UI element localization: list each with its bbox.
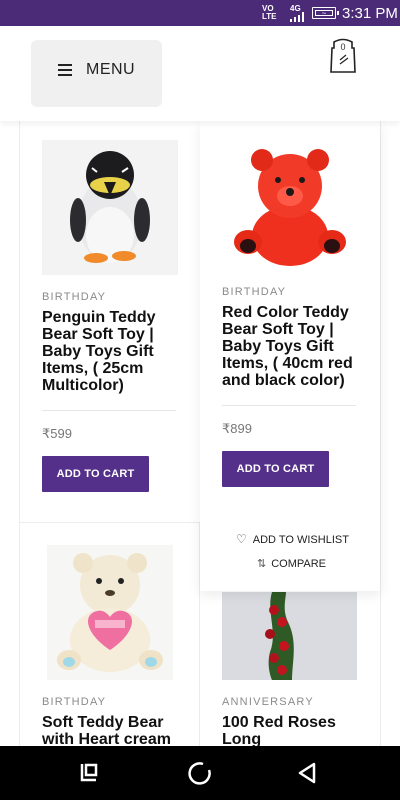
signal-icon xyxy=(290,12,304,22)
hamburger-icon[interactable] xyxy=(58,64,72,79)
compare-label: COMPARE xyxy=(271,558,327,570)
heart-icon: ♡ xyxy=(236,532,247,546)
product-category[interactable]: BIRTHDAY xyxy=(222,286,286,298)
wishlist-label: ADD TO WISHLIST xyxy=(252,534,349,546)
product-price: ₹899 xyxy=(222,421,252,436)
grid-divider xyxy=(380,121,381,746)
add-to-cart-button[interactable]: ADD TO CART xyxy=(222,451,329,487)
grid-divider xyxy=(19,121,20,746)
product-category[interactable]: BIRTHDAY xyxy=(42,696,106,708)
recent-apps-icon[interactable] xyxy=(59,746,119,800)
product-category[interactable]: BIRTHDAY xyxy=(42,291,106,303)
back-icon[interactable] xyxy=(278,746,338,800)
compare-link[interactable]: ⇅ COMPARE xyxy=(257,557,326,570)
compare-arrows-icon: ⇅ xyxy=(257,558,267,570)
add-to-cart-button[interactable]: ADD TO CART xyxy=(42,456,149,492)
divider xyxy=(222,405,356,406)
system-navigation-bar xyxy=(0,746,400,800)
product-image-red-teddy[interactable] xyxy=(232,136,348,270)
product-title[interactable]: Red Color Teddy Bear Soft Toy | Baby Toy… xyxy=(222,304,353,389)
clock: 3:31 PM xyxy=(342,5,398,22)
battery-icon: ~ xyxy=(312,7,339,19)
product-title[interactable]: 100 Red Roses Long xyxy=(222,714,336,748)
product-image-cream-teddy[interactable] xyxy=(47,545,173,680)
add-to-wishlist-link[interactable]: ♡ ADD TO WISHLIST xyxy=(236,532,349,546)
volte-indicator: VO LTE xyxy=(262,4,277,21)
product-title[interactable]: Penguin Teddy Bear Soft Toy | Baby Toys … xyxy=(42,309,155,394)
product-category[interactable]: ANNIVERSARY xyxy=(222,696,314,708)
cart-count: 0 xyxy=(340,42,346,52)
divider xyxy=(42,410,176,411)
product-price: ₹599 xyxy=(42,426,72,441)
product-image-penguin[interactable] xyxy=(42,140,178,275)
status-bar: VO LTE 4G ~ 3:31 PM xyxy=(0,0,400,26)
product-image-roses[interactable] xyxy=(222,592,357,680)
home-icon[interactable] xyxy=(170,746,230,800)
product-title[interactable]: Soft Teddy Bear with Heart cream xyxy=(42,714,171,748)
menu-label[interactable]: MENU xyxy=(86,61,135,79)
